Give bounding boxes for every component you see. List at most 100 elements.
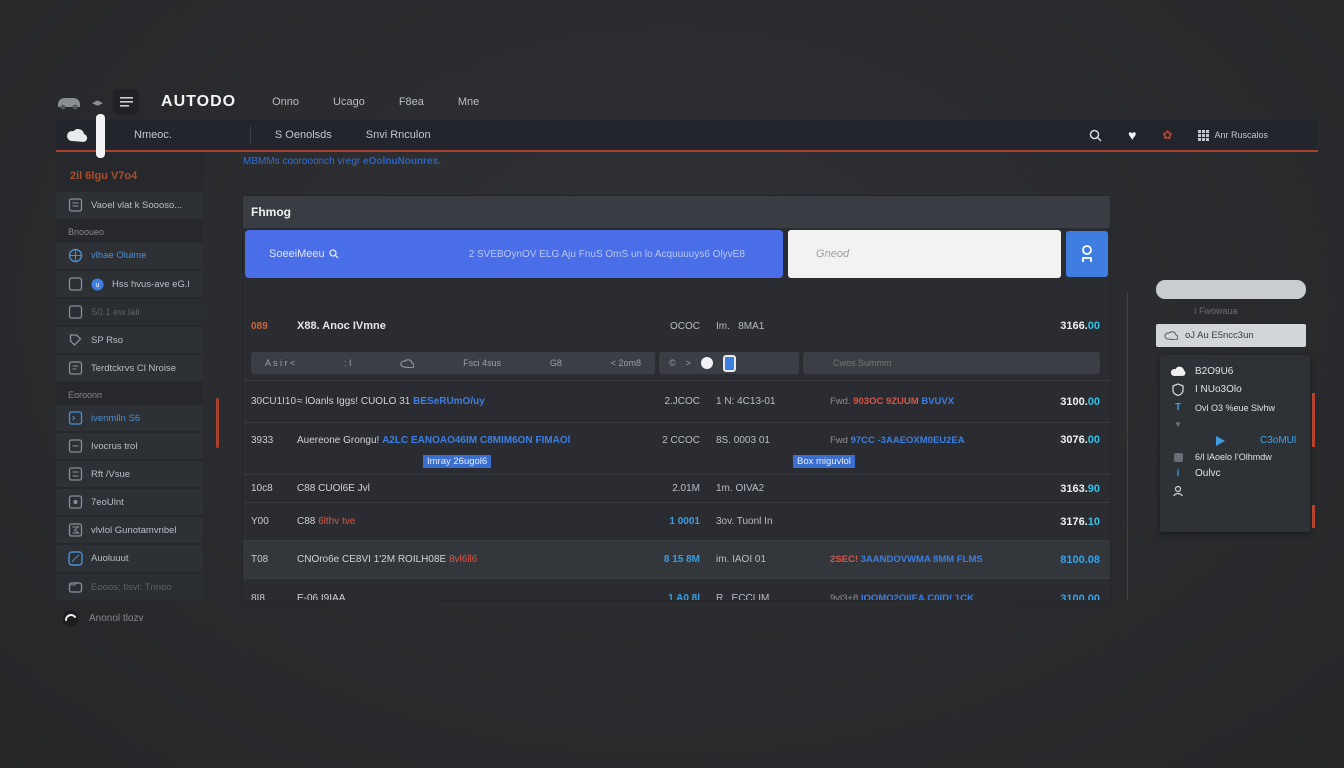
right-panel-scrollbar[interactable] — [1312, 505, 1315, 528]
row-time: 8S. 0003 01 — [716, 435, 824, 446]
sidebar-item-sp[interactable]: SP Rso — [56, 327, 203, 353]
row-number: 089 — [251, 321, 297, 332]
toolbar-copyright-glyph[interactable]: © — [669, 358, 676, 368]
sidebar-item-panel[interactable]: Vaoel vlat k Soooso... — [56, 192, 203, 218]
app-logo[interactable]: AUTODO — [161, 93, 236, 111]
filter-left-label[interactable]: SoeeiMeeu — [269, 248, 339, 260]
selection-chip[interactable]: Imray 26ugol6 — [423, 455, 491, 468]
sidebar-item-sd[interactable]: S0.1 ew lali — [56, 299, 203, 325]
table-row[interactable]: 30CU1I10 ≈ lOanls Iggs! CUOLO 31 BESeRUm… — [243, 380, 1110, 422]
filter-summary-input[interactable] — [803, 352, 1100, 374]
sidebar-item-rft[interactable]: Rft /Vsue — [56, 461, 203, 487]
header-link-0[interactable]: S Oenolsds — [275, 129, 332, 141]
secondary-header: Nmeoc. S Oenolsds Snvi Rnculon ♥ ✿ Anr R… — [56, 120, 1318, 152]
dropdown-label: 6/l lAoelo I'Olhmdw — [1195, 452, 1272, 462]
toolbar-blue-key-icon[interactable] — [723, 355, 736, 372]
right-panel-scrollbar[interactable] — [1312, 393, 1315, 447]
row-name: CNOro6e CE8VI 1'2M ROILH08E 8vl6ll6 — [297, 554, 630, 565]
sidebar-item-online[interactable]: vlhae Oluime — [56, 242, 203, 269]
menu-button[interactable] — [113, 89, 139, 115]
row-price: 3100.00 — [992, 396, 1100, 408]
header-link-1[interactable]: Snvi Rnculon — [366, 129, 431, 141]
toolbar-fsci-tool[interactable]: Fsci 4sus — [463, 358, 501, 368]
alert-icon[interactable]: ✿ — [1162, 128, 1172, 142]
primary-filter-bar[interactable]: SoeeiMeeu 2 SVEBOynOV ELG Aju FnuS OmS u… — [245, 230, 783, 278]
toolbar-next-glyph[interactable]: > — [686, 358, 691, 368]
table-row[interactable]: 10c8 C88 CUOl6E Jvl 2.01M 1m. OIVA2 3163… — [243, 474, 1110, 502]
toolbar-cursor-tool[interactable]: A s i r < — [265, 358, 295, 368]
cloud-small-icon — [1164, 331, 1178, 340]
table-summary-row[interactable]: 089 X88. Anoc IVmne OCOC Im. 8MA1 3166.0… — [243, 308, 1110, 344]
tag-icon — [68, 333, 83, 347]
selection-chip[interactable]: Box miguvlol — [793, 455, 855, 468]
table-row[interactable]: T08 CNOro6e CE8VI 1'2M ROILH08E 8vl6ll6 … — [243, 540, 1110, 578]
row-qty: 2.01M — [630, 483, 700, 494]
panel-header: Fhmog — [243, 196, 1110, 228]
topnav-item-2[interactable]: F8ea — [399, 96, 424, 108]
sidebar-item-invoices[interactable]: Ivocrus trol — [56, 433, 203, 459]
submit-button[interactable] — [1066, 231, 1108, 277]
dropdown-item-heart[interactable]: ♥ — [1160, 416, 1310, 432]
toolbar-circle-indicator[interactable] — [701, 357, 713, 369]
row-name: X88. Anoc IVmne — [297, 320, 630, 332]
dropdown-item-demo[interactable]: C3oMUl — [1160, 432, 1310, 449]
favorites-heart-icon[interactable]: ♥ — [1128, 127, 1136, 143]
row-name: C88 CUOl6E Jvl — [297, 483, 630, 494]
back-arrow-icon[interactable]: ◂▸ — [92, 96, 103, 109]
sidebar-item-notes[interactable]: Terdtckrvs Cl Nroise — [56, 355, 203, 381]
sidebar-item-label: 7eoUlnt — [91, 497, 124, 508]
topnav-item-1[interactable]: Ucago — [333, 96, 365, 108]
sidebar-item-cross[interactable]: Eooos: tlsvl: Tnnoo — [56, 574, 203, 600]
sidebar-item-total[interactable]: vlvlol Gunotamvnbel — [56, 517, 203, 543]
cloud-small-icon[interactable] — [400, 359, 414, 368]
dropdown-item-trend[interactable]: T Ovl O3 %eue Slvhw — [1160, 399, 1310, 416]
dropdown-item-audio[interactable]: 6/l lAoelo I'Olhmdw — [1160, 449, 1310, 465]
terminal-icon — [68, 411, 83, 425]
invoice-icon — [68, 439, 83, 453]
sidebar-scrollbar[interactable] — [216, 398, 219, 448]
dropdown-item-cloud[interactable]: B2O9U6 — [1160, 363, 1310, 380]
search-input[interactable] — [788, 230, 1061, 278]
person-icon — [1170, 485, 1186, 497]
header-divider — [250, 126, 251, 144]
table-row[interactable]: 3933 Auereone Grongu! A2LC EANOAO46IM C8… — [243, 422, 1110, 474]
breadcrumb[interactable]: MBMMs coorooonch vregr eOolnuNounres. — [243, 156, 441, 167]
type-icon: T — [1170, 402, 1186, 413]
status-avatar-icon[interactable] — [62, 610, 79, 627]
header-brand[interactable]: Nmeoc. — [134, 129, 172, 141]
sidebar-item-account[interactable]: Auoluuut — [56, 545, 203, 572]
document-icon — [68, 198, 83, 212]
sidebar-item-position[interactable]: 7eoUlnt — [56, 489, 203, 515]
cloud-icon[interactable] — [66, 128, 88, 142]
row-tag: 2SEC! 3AANDOVWMA 8MM FLMS — [830, 554, 992, 565]
sidebar-item-hss[interactable]: u Hss hvus-ave eG.l — [56, 271, 203, 297]
apps-launcher[interactable]: Anr Ruscalos — [1198, 130, 1268, 141]
right-panel-search[interactable] — [1156, 280, 1306, 299]
dropdown-item-shield[interactable]: I NUo3Olo — [1160, 380, 1310, 399]
topnav-item-3[interactable]: Mne — [458, 96, 479, 108]
toolbar-info-tool[interactable]: : I — [344, 358, 352, 368]
heart-icon: ♥ — [1170, 419, 1186, 429]
row-name: ≈ lOanls Iggs! CUOLO 31 BESeRUmO/uy — [297, 396, 630, 407]
right-panel-selected-item[interactable]: oJ Au E5ncc3un — [1156, 324, 1306, 347]
shield-icon — [1170, 383, 1186, 396]
sidebar-item-label: SP Rso — [91, 335, 123, 346]
row-number: 10c8 — [251, 483, 297, 494]
panel-scroll-edge — [1127, 292, 1128, 600]
drag-handle[interactable] — [96, 114, 105, 158]
dropdown-item-info[interactable]: i Oulvc — [1160, 465, 1310, 482]
table-row[interactable]: Y00 C88 6lthv tve 1 0001 3ov. Tuonl In 3… — [243, 502, 1110, 540]
topnav-item-0[interactable]: Onno — [272, 96, 299, 108]
sidebar-item-label: Rft /Vsue — [91, 469, 130, 480]
row-qty: 2 CCOC — [630, 435, 700, 446]
vehicle-icon[interactable] — [56, 94, 82, 110]
sidebar-item-terminal[interactable]: ivenmlln S6 — [56, 405, 203, 431]
dropdown-item-user[interactable] — [1160, 482, 1310, 500]
table-row[interactable]: 8I8 E-06 I9IAA 1 A0 8l R.. ECCI IM 9vl3+… — [243, 578, 1110, 600]
row-tag: Fwd 97CC -3AAEOXM0EU2EA — [830, 435, 992, 446]
toolbar-zoom-tool[interactable]: < 2om8 — [611, 358, 641, 368]
toolbar-g8-tool[interactable]: G8 — [550, 358, 562, 368]
search-row: SoeeiMeeu 2 SVEBOynOV ELG Aju FnuS OmS u… — [243, 228, 1110, 280]
search-icon[interactable] — [1089, 129, 1102, 142]
folder-icon — [68, 580, 83, 594]
